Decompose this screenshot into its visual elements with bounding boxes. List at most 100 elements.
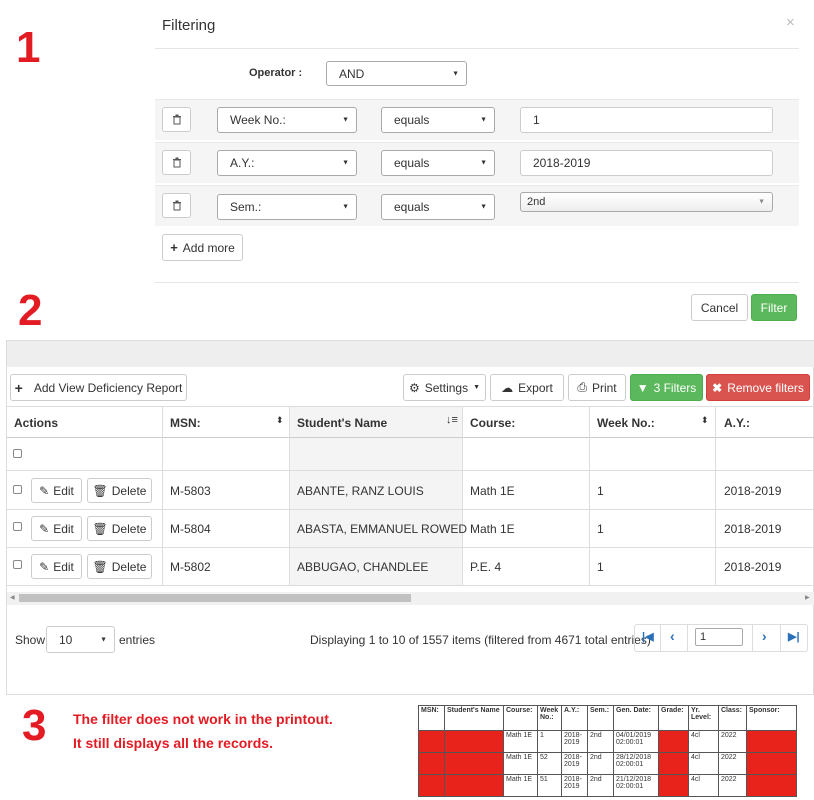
add-more-button[interactable]: + Add more bbox=[162, 234, 243, 261]
scroll-right-icon[interactable]: ▶ bbox=[805, 594, 810, 601]
filter-value-input[interactable]: 2018-2019 bbox=[520, 150, 773, 176]
print-button[interactable]: ⎙ Print bbox=[568, 374, 626, 401]
remove-filters-button[interactable]: ✖ Remove filters bbox=[706, 374, 810, 401]
remove-filter-button[interactable] bbox=[162, 193, 191, 218]
pencil-icon: ✎ bbox=[39, 521, 50, 536]
printout-cell: Math 1E bbox=[503, 774, 538, 797]
chevron-down-icon: ▼ bbox=[342, 159, 349, 167]
first-page-icon[interactable]: |◀ bbox=[642, 630, 654, 643]
last-page-icon[interactable]: ▶| bbox=[788, 630, 800, 643]
prev-page-icon[interactable]: ‹ bbox=[670, 628, 675, 644]
filter-condition-value: equals bbox=[394, 156, 430, 170]
redacted-cell bbox=[746, 730, 797, 753]
delete-button[interactable]: 🗑 Delete bbox=[87, 516, 152, 541]
filter-field-value: Week No.: bbox=[230, 113, 286, 127]
column-header-week-no[interactable]: Week No.: bbox=[597, 416, 655, 430]
printout-cell: 4cl bbox=[688, 774, 719, 797]
settings-label: Settings bbox=[424, 380, 469, 395]
row-checkbox[interactable] bbox=[13, 522, 22, 531]
filter-field-select[interactable]: A.Y.: ▼ bbox=[217, 150, 357, 176]
filter-field-select[interactable]: Week No.: ▼ bbox=[217, 107, 357, 133]
filter-condition-value: equals bbox=[394, 113, 430, 127]
print-label: Print bbox=[591, 380, 617, 395]
cell-week-no: 1 bbox=[597, 560, 604, 574]
filters-label: 3 Filters bbox=[653, 380, 697, 395]
chevron-down-icon: ▼ bbox=[100, 636, 107, 643]
delete-label: Delete bbox=[111, 559, 147, 574]
page-input[interactable]: 1 bbox=[695, 628, 743, 646]
column-divider bbox=[462, 407, 463, 585]
printout-cell: 2nd bbox=[587, 730, 614, 753]
cancel-button[interactable]: Cancel bbox=[691, 294, 748, 321]
column-header-student-name[interactable]: Student's Name bbox=[297, 416, 387, 430]
close-icon: ✖ bbox=[712, 380, 723, 395]
scrollbar-thumb[interactable] bbox=[19, 594, 411, 602]
column-header-msn[interactable]: MSN: bbox=[170, 416, 201, 430]
filter-condition-select[interactable]: equals ▼ bbox=[381, 107, 495, 133]
printout-header: Student's Name bbox=[444, 705, 504, 731]
row-divider bbox=[7, 547, 814, 548]
filter-button[interactable]: Filter bbox=[751, 294, 797, 321]
chevron-down-icon: ▼ bbox=[758, 198, 765, 206]
edit-button[interactable]: ✎ Edit bbox=[31, 554, 82, 579]
scroll-left-icon[interactable]: ◀ bbox=[10, 594, 15, 601]
print-icon: ⎙ bbox=[577, 380, 587, 394]
pagination-divider bbox=[780, 624, 781, 652]
printout-row: Math 1E 1 2018-2019 2nd 04/01/2019 02:00… bbox=[418, 730, 797, 753]
filter-condition-select[interactable]: equals ▼ bbox=[381, 194, 495, 220]
printout-header: MSN: bbox=[418, 705, 445, 731]
settings-button[interactable]: ⚙ Settings ▼ bbox=[403, 374, 486, 401]
annotation-note-line-2: It still displays all the records. bbox=[73, 735, 273, 751]
export-button[interactable]: ☁ Export bbox=[490, 374, 564, 401]
row-checkbox[interactable] bbox=[13, 560, 22, 569]
redacted-cell bbox=[418, 730, 445, 753]
printout-header: Week No.: bbox=[537, 705, 562, 731]
column-divider bbox=[289, 407, 290, 585]
cell-course: Math 1E bbox=[470, 522, 515, 536]
edit-label: Edit bbox=[53, 483, 74, 498]
sort-icon[interactable]: ⬍ bbox=[276, 415, 284, 426]
filter-icon: ▼ bbox=[636, 380, 649, 395]
delete-button[interactable]: 🗑 Delete bbox=[87, 554, 152, 579]
filter-value-select[interactable]: 2nd ▼ bbox=[520, 192, 773, 212]
next-page-icon[interactable]: › bbox=[762, 628, 767, 644]
entries-select[interactable]: 10 ▼ bbox=[46, 626, 115, 653]
filter-value-input[interactable]: 1 bbox=[520, 107, 773, 133]
sort-icon[interactable]: ⬍ bbox=[701, 415, 709, 426]
remove-filter-button[interactable] bbox=[162, 150, 191, 175]
dialog-title: Filtering bbox=[162, 17, 216, 34]
select-all-checkbox[interactable] bbox=[13, 449, 22, 458]
pagination-divider bbox=[687, 624, 688, 652]
pagination-divider bbox=[660, 624, 661, 652]
printout-cell: Math 1E bbox=[503, 752, 538, 775]
redacted-cell bbox=[746, 752, 797, 775]
filter-condition-select[interactable]: equals ▼ bbox=[381, 150, 495, 176]
dialog-header-divider bbox=[155, 48, 799, 49]
printout-header: Grade: bbox=[658, 705, 689, 731]
column-divider bbox=[162, 407, 163, 585]
row-checkbox[interactable] bbox=[13, 485, 22, 494]
annotation-number-1: 1 bbox=[16, 23, 41, 72]
printout-cell: 2022 bbox=[718, 774, 747, 797]
printout-cell: 2022 bbox=[718, 730, 747, 753]
gear-icon: ⚙ bbox=[408, 380, 420, 395]
printout-cell: 1 bbox=[537, 730, 562, 753]
filter-field-select[interactable]: Sem.: ▼ bbox=[217, 194, 357, 220]
filters-button[interactable]: ▼ 3 Filters bbox=[630, 374, 703, 401]
printout-cell: 4cl bbox=[688, 752, 719, 775]
remove-filter-button[interactable] bbox=[162, 107, 191, 132]
close-icon[interactable]: × bbox=[786, 14, 795, 31]
edit-button[interactable]: ✎ Edit bbox=[31, 516, 82, 541]
row-divider bbox=[7, 470, 814, 471]
delete-button[interactable]: 🗑 Delete bbox=[87, 478, 152, 503]
add-view-deficiency-report-button[interactable]: + Add View Deficiency Report bbox=[10, 374, 187, 401]
sort-desc-icon[interactable]: ↓≡ bbox=[446, 414, 458, 426]
trash-icon bbox=[172, 200, 181, 211]
cell-ay: 2018-2019 bbox=[724, 560, 782, 574]
column-header-ay: A.Y.: bbox=[724, 416, 751, 430]
chevron-down-icon: ▼ bbox=[452, 70, 459, 77]
operator-select[interactable]: AND ▼ bbox=[326, 61, 467, 86]
printout-cell: 2nd bbox=[587, 752, 614, 775]
printout-header: Class: bbox=[718, 705, 747, 731]
edit-button[interactable]: ✎ Edit bbox=[31, 478, 82, 503]
